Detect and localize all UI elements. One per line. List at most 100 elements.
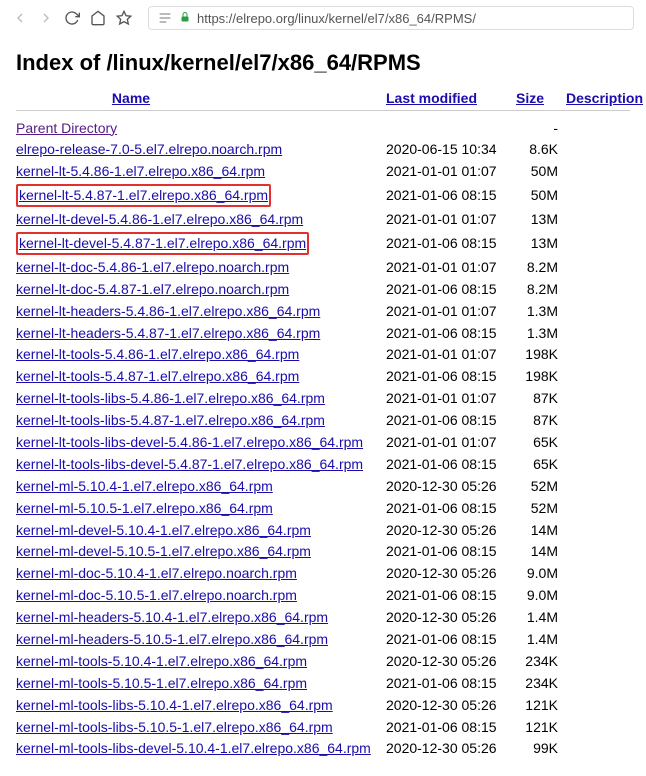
address-bar[interactable]: https://elrepo.org/linux/kernel/el7/x86_… — [148, 6, 634, 30]
modified-cell: 2021-01-06 08:15 — [386, 586, 516, 605]
modified-cell: 2021-01-01 01:07 — [386, 210, 516, 229]
file-link[interactable]: kernel-ml-tools-5.10.4-1.el7.elrepo.x86_… — [16, 653, 307, 669]
modified-cell: 2020-12-30 05:26 — [386, 521, 516, 540]
sort-modified-link[interactable]: Last modified — [386, 90, 477, 106]
file-row: kernel-lt-tools-libs-5.4.86-1.el7.elrepo… — [16, 388, 630, 410]
reader-icon — [157, 10, 173, 26]
size-cell: 52M — [516, 477, 558, 496]
modified-cell: 2020-12-30 05:26 — [386, 564, 516, 583]
file-link[interactable]: kernel-lt-tools-5.4.87-1.el7.elrepo.x86_… — [16, 368, 299, 384]
modified-cell: 2021-01-06 08:15 — [386, 367, 516, 386]
file-row: kernel-lt-5.4.87-1.el7.elrepo.x86_64.rpm… — [16, 183, 630, 209]
file-link[interactable]: kernel-lt-headers-5.4.87-1.el7.elrepo.x8… — [16, 325, 320, 341]
file-row: kernel-lt-headers-5.4.87-1.el7.elrepo.x8… — [16, 322, 630, 344]
size-cell: 50M — [516, 186, 558, 205]
file-row: kernel-lt-tools-libs-5.4.87-1.el7.elrepo… — [16, 410, 630, 432]
file-row: kernel-ml-devel-5.10.4-1.el7.elrepo.x86_… — [16, 519, 630, 541]
file-link[interactable]: kernel-ml-tools-libs-5.10.4-1.el7.elrepo… — [16, 697, 333, 713]
file-link[interactable]: kernel-lt-tools-5.4.86-1.el7.elrepo.x86_… — [16, 346, 299, 362]
file-link[interactable]: kernel-lt-devel-5.4.86-1.el7.elrepo.x86_… — [16, 211, 303, 227]
size-cell: 9.0M — [516, 564, 558, 583]
file-link[interactable]: kernel-ml-headers-5.10.5-1.el7.elrepo.x8… — [16, 631, 328, 647]
sort-description-link[interactable]: Description — [566, 90, 643, 106]
sort-size-link[interactable]: Size — [516, 90, 544, 106]
lock-icon — [179, 11, 191, 26]
size-cell: 52M — [516, 499, 558, 518]
file-listing: Name Last modified Size Description Pare… — [16, 90, 630, 760]
file-link[interactable]: elrepo-release-7.0-5.el7.elrepo.noarch.r… — [16, 141, 282, 157]
modified-cell: 2021-01-01 01:07 — [386, 345, 516, 364]
size-cell: 13M — [516, 210, 558, 229]
size-cell: 198K — [516, 367, 558, 386]
file-row: kernel-lt-devel-5.4.86-1.el7.elrepo.x86_… — [16, 209, 630, 231]
size-cell: 65K — [516, 455, 558, 474]
file-link[interactable]: kernel-ml-tools-libs-devel-5.10.4-1.el7.… — [16, 740, 371, 756]
highlight-box: kernel-lt-devel-5.4.87-1.el7.elrepo.x86_… — [16, 232, 309, 255]
size-cell: 1.3M — [516, 302, 558, 321]
highlight-box: kernel-lt-5.4.87-1.el7.elrepo.x86_64.rpm — [16, 184, 271, 207]
file-link[interactable]: kernel-lt-headers-5.4.86-1.el7.elrepo.x8… — [16, 303, 320, 319]
file-link[interactable]: kernel-ml-5.10.4-1.el7.elrepo.x86_64.rpm — [16, 478, 273, 494]
file-link[interactable]: kernel-ml-devel-5.10.4-1.el7.elrepo.x86_… — [16, 522, 311, 538]
browser-toolbar: https://elrepo.org/linux/kernel/el7/x86_… — [0, 0, 646, 36]
size-cell: 87K — [516, 411, 558, 430]
file-row: kernel-ml-tools-libs-devel-5.10.4-1.el7.… — [16, 738, 630, 760]
reload-button[interactable] — [64, 10, 80, 26]
file-row: kernel-lt-tools-libs-devel-5.4.87-1.el7.… — [16, 453, 630, 475]
size-cell: 8.2M — [516, 258, 558, 277]
size-cell: 121K — [516, 696, 558, 715]
back-button[interactable] — [12, 10, 28, 26]
size-cell: 1.4M — [516, 608, 558, 627]
file-row: kernel-ml-headers-5.10.4-1.el7.elrepo.x8… — [16, 607, 630, 629]
header-row: Name Last modified Size Description — [16, 90, 630, 111]
file-link[interactable]: kernel-ml-tools-5.10.5-1.el7.elrepo.x86_… — [16, 675, 307, 691]
file-link[interactable]: kernel-ml-tools-libs-5.10.5-1.el7.elrepo… — [16, 719, 333, 735]
file-row: kernel-ml-headers-5.10.5-1.el7.elrepo.x8… — [16, 628, 630, 650]
modified-cell: 2021-01-06 08:15 — [386, 499, 516, 518]
size-cell: 14M — [516, 521, 558, 540]
modified-cell: 2021-01-06 08:15 — [386, 186, 516, 205]
page-title: Index of /linux/kernel/el7/x86_64/RPMS — [16, 50, 630, 76]
modified-cell: 2021-01-06 08:15 — [386, 718, 516, 737]
file-link[interactable]: kernel-lt-doc-5.4.86-1.el7.elrepo.noarch… — [16, 259, 289, 275]
size-cell: 121K — [516, 718, 558, 737]
file-row: kernel-ml-5.10.5-1.el7.elrepo.x86_64.rpm… — [16, 497, 630, 519]
home-button[interactable] — [90, 10, 106, 26]
parent-directory-link[interactable]: Parent Directory — [16, 120, 117, 136]
file-link[interactable]: kernel-ml-doc-5.10.4-1.el7.elrepo.noarch… — [16, 565, 297, 581]
file-row: kernel-ml-tools-libs-5.10.4-1.el7.elrepo… — [16, 694, 630, 716]
modified-cell: 2021-01-01 01:07 — [386, 162, 516, 181]
size-cell: 14M — [516, 542, 558, 561]
file-link[interactable]: kernel-lt-5.4.86-1.el7.elrepo.x86_64.rpm — [16, 163, 265, 179]
modified-cell: 2021-01-06 08:15 — [386, 234, 516, 253]
file-link[interactable]: kernel-lt-tools-libs-5.4.86-1.el7.elrepo… — [16, 390, 325, 406]
file-link[interactable]: kernel-ml-doc-5.10.5-1.el7.elrepo.noarch… — [16, 587, 297, 603]
file-row: kernel-lt-5.4.86-1.el7.elrepo.x86_64.rpm… — [16, 161, 630, 183]
size-cell: 234K — [516, 652, 558, 671]
file-link[interactable]: kernel-lt-tools-libs-devel-5.4.86-1.el7.… — [16, 434, 363, 450]
forward-button[interactable] — [38, 10, 54, 26]
bookmark-button[interactable] — [116, 10, 132, 26]
size-cell: 1.4M — [516, 630, 558, 649]
sort-name-link[interactable]: Name — [112, 90, 150, 106]
file-link[interactable]: kernel-lt-tools-libs-5.4.87-1.el7.elrepo… — [16, 412, 325, 428]
file-link[interactable]: kernel-ml-devel-5.10.5-1.el7.elrepo.x86_… — [16, 543, 311, 559]
file-link[interactable]: kernel-ml-5.10.5-1.el7.elrepo.x86_64.rpm — [16, 500, 273, 516]
modified-cell: 2021-01-01 01:07 — [386, 433, 516, 452]
size-cell: 8.2M — [516, 280, 558, 299]
file-link[interactable]: kernel-lt-doc-5.4.87-1.el7.elrepo.noarch… — [16, 281, 289, 297]
file-row: kernel-ml-tools-5.10.4-1.el7.elrepo.x86_… — [16, 650, 630, 672]
parent-size: - — [516, 119, 558, 138]
file-row: kernel-lt-tools-libs-devel-5.4.86-1.el7.… — [16, 431, 630, 453]
file-link[interactable]: kernel-lt-5.4.87-1.el7.elrepo.x86_64.rpm — [19, 187, 268, 203]
file-row: kernel-ml-doc-5.10.4-1.el7.elrepo.noarch… — [16, 563, 630, 585]
file-row: kernel-ml-5.10.4-1.el7.elrepo.x86_64.rpm… — [16, 475, 630, 497]
file-link[interactable]: kernel-ml-headers-5.10.4-1.el7.elrepo.x8… — [16, 609, 328, 625]
modified-cell: 2020-12-30 05:26 — [386, 739, 516, 758]
file-row: kernel-ml-tools-5.10.5-1.el7.elrepo.x86_… — [16, 672, 630, 694]
size-cell: 13M — [516, 234, 558, 253]
file-link[interactable]: kernel-lt-tools-libs-devel-5.4.87-1.el7.… — [16, 456, 363, 472]
file-link[interactable]: kernel-lt-devel-5.4.87-1.el7.elrepo.x86_… — [19, 235, 306, 251]
modified-cell: 2021-01-01 01:07 — [386, 258, 516, 277]
modified-cell: 2020-12-30 05:26 — [386, 696, 516, 715]
